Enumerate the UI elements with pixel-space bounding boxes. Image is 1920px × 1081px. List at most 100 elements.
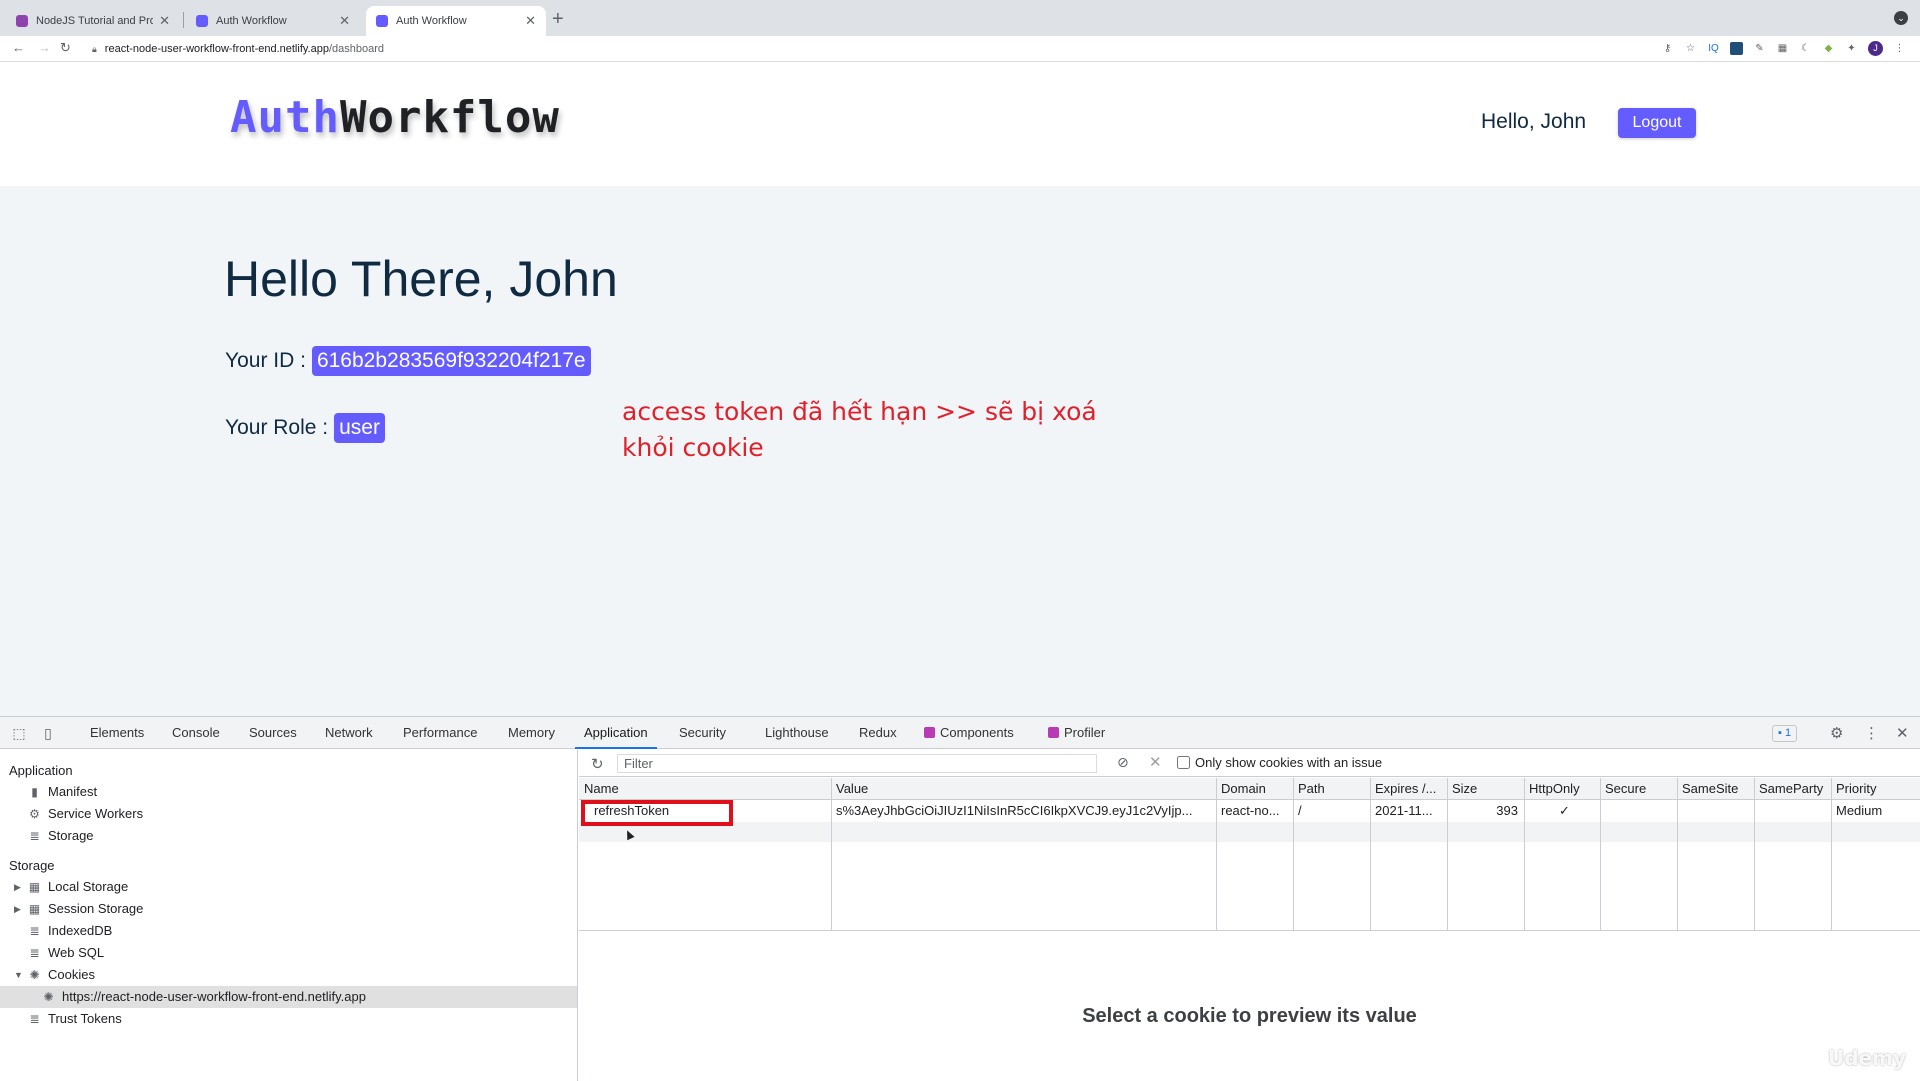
extension-icons: ⚷ ☆ IQ ✎ ▦ ☾ ◆ ✦ J ⋮ [1661, 41, 1906, 56]
logo[interactable]: AuthWorkflow [230, 92, 560, 143]
column-header-name[interactable]: Name [579, 778, 831, 800]
table-row[interactable]: refreshToken s%3AeyJhbGciOiJIUzI1NiIsInR… [579, 800, 1920, 822]
refresh-icon[interactable]: ↻ [591, 755, 604, 773]
tab-profiler[interactable]: Profiler [1048, 717, 1105, 749]
cookie-filter-input[interactable] [617, 754, 1097, 773]
puzzle-extensions-icon[interactable]: ✦ [1845, 42, 1858, 55]
column-divider[interactable] [1831, 778, 1832, 931]
cookie-expires-cell[interactable]: 2021-11... [1370, 800, 1447, 822]
column-header-size[interactable]: Size [1447, 778, 1524, 800]
column-divider[interactable] [1600, 778, 1601, 931]
close-tab-icon[interactable]: ✕ [159, 13, 170, 29]
cookie-priority-cell[interactable]: Medium [1831, 800, 1920, 822]
tab-application[interactable]: Application [575, 717, 657, 749]
sidebar-item-cookie-origin[interactable]: ✺ https://react-node-user-workflow-front… [0, 986, 577, 1008]
back-arrow-icon[interactable]: ← [12, 40, 25, 55]
cookie-value-cell[interactable]: s%3AeyJhbGciOiJIUzI1NiIsInR5cCI6IkpXVCJ9… [831, 800, 1216, 822]
leaf-extension-icon[interactable]: ◆ [1822, 42, 1835, 55]
cookie-samesite-cell[interactable] [1677, 800, 1754, 822]
column-header-path[interactable]: Path [1293, 778, 1370, 800]
cookie-table: Name Value Domain Path Expires /... Size… [579, 778, 1920, 931]
browser-tab[interactable]: Auth Workflow ✕ [186, 6, 360, 36]
iq-extension-icon[interactable]: IQ [1707, 42, 1720, 55]
column-divider[interactable] [1754, 778, 1755, 931]
cookie-domain-cell[interactable]: react-no... [1216, 800, 1293, 822]
column-divider[interactable] [831, 778, 832, 931]
pen-extension-icon[interactable]: ✎ [1753, 42, 1766, 55]
cookie-size-cell[interactable]: 393 [1447, 800, 1524, 822]
sidebar-item-trust-tokens[interactable]: ≣ Trust Tokens [0, 1008, 577, 1030]
tab-network[interactable]: Network [325, 717, 373, 749]
column-divider[interactable] [1370, 778, 1371, 931]
profile-avatar[interactable]: J [1868, 41, 1883, 56]
react-icon [1048, 727, 1059, 738]
only-issues-checkbox[interactable] [1177, 756, 1190, 769]
forward-arrow-icon[interactable]: → [38, 40, 51, 55]
cookie-path-cell[interactable]: / [1293, 800, 1370, 822]
tab-sources[interactable]: Sources [249, 717, 297, 749]
cookie-panel: ↻ ⊘ ✕ Only show cookies with an issue Na… [579, 750, 1920, 1081]
column-header-expires[interactable]: Expires /... [1370, 778, 1447, 800]
tab-security[interactable]: Security [679, 717, 726, 749]
browser-tab-active[interactable]: Auth Workflow ✕ [366, 6, 546, 36]
column-divider[interactable] [1677, 778, 1678, 931]
settings-gear-icon[interactable]: ⚙ [1830, 724, 1843, 742]
moon-extension-icon[interactable]: ☾ [1799, 42, 1812, 55]
key-icon[interactable]: ⚷ [1661, 42, 1674, 55]
browser-menu-icon[interactable]: ⋮ [1893, 42, 1906, 55]
browser-tab[interactable]: NodeJS Tutorial and Projects C ✕ [6, 6, 180, 36]
column-divider[interactable] [1447, 778, 1448, 931]
inspect-element-icon[interactable]: ⬚ [11, 725, 27, 741]
column-header-secure[interactable]: Secure [1600, 778, 1677, 800]
expand-caret-icon[interactable]: ▶ [14, 898, 21, 920]
cookie-sameparty-cell[interactable] [1754, 800, 1831, 822]
tab-console[interactable]: Console [172, 717, 220, 749]
sidebar-item-session-storage[interactable]: ▶ ▦ Session Storage [0, 898, 577, 920]
extension-icon[interactable] [1730, 42, 1743, 55]
calendar-extension-icon[interactable]: ▦ [1776, 42, 1789, 55]
column-header-httponly[interactable]: HttpOnly [1524, 778, 1600, 800]
tab-components[interactable]: Components [924, 717, 1014, 749]
sidebar-item-service-workers[interactable]: ⚙ Service Workers [0, 803, 577, 825]
url-host: react-node-user-workflow-front-end.netli… [105, 43, 329, 55]
tab-performance[interactable]: Performance [403, 717, 477, 749]
address-bar[interactable]: 🔒︎react-node-user-workflow-front-end.net… [92, 39, 384, 59]
column-header-domain[interactable]: Domain [1216, 778, 1293, 800]
cookie-httponly-cell[interactable]: ✓ [1524, 800, 1600, 822]
logout-button[interactable]: Logout [1618, 108, 1696, 138]
column-header-priority[interactable]: Priority [1831, 778, 1920, 800]
close-tab-icon[interactable]: ✕ [339, 13, 350, 29]
sidebar-item-cookies[interactable]: ▼ ✺ Cookies [0, 964, 577, 986]
clear-all-cookies-icon[interactable]: ⊘ [1117, 754, 1129, 771]
tab-memory[interactable]: Memory [508, 717, 555, 749]
tab-search-icon[interactable]: ⌄ [1894, 11, 1908, 25]
device-toolbar-icon[interactable]: ▯ [40, 725, 56, 741]
column-header-sameparty[interactable]: SameParty [1754, 778, 1831, 800]
column-header-value[interactable]: Value [831, 778, 1216, 800]
column-divider[interactable] [1216, 778, 1217, 931]
only-issues-checkbox-row[interactable]: Only show cookies with an issue [1177, 755, 1382, 770]
collapse-caret-icon[interactable]: ▼ [14, 964, 23, 986]
sidebar-item-local-storage[interactable]: ▶ ▦ Local Storage [0, 876, 577, 898]
column-header-samesite[interactable]: SameSite [1677, 778, 1754, 800]
new-tab-button[interactable]: + [552, 8, 564, 31]
issues-badge[interactable]: ▪ 1 [1772, 725, 1797, 742]
document-icon: ▮ [28, 786, 41, 799]
bookmark-star-icon[interactable]: ☆ [1684, 42, 1697, 55]
tab-elements[interactable]: Elements [90, 717, 144, 749]
cookie-secure-cell[interactable] [1600, 800, 1677, 822]
sidebar-item-indexeddb[interactable]: ≣ IndexedDB [0, 920, 577, 942]
reload-icon[interactable]: ↻ [60, 40, 71, 56]
tab-lighthouse[interactable]: Lighthouse [765, 717, 829, 749]
tab-redux[interactable]: Redux [859, 717, 897, 749]
column-divider[interactable] [1293, 778, 1294, 931]
close-tab-icon[interactable]: ✕ [525, 13, 536, 29]
delete-selected-icon[interactable]: ✕ [1149, 753, 1162, 771]
close-devtools-icon[interactable]: ✕ [1896, 724, 1909, 742]
sidebar-item-manifest[interactable]: ▮ Manifest [0, 781, 577, 803]
column-divider[interactable] [1524, 778, 1525, 931]
more-options-icon[interactable]: ⋮ [1864, 724, 1879, 742]
sidebar-item-storage[interactable]: ≣ Storage [0, 825, 577, 847]
sidebar-item-web-sql[interactable]: ≣ Web SQL [0, 942, 577, 964]
expand-caret-icon[interactable]: ▶ [14, 876, 21, 898]
